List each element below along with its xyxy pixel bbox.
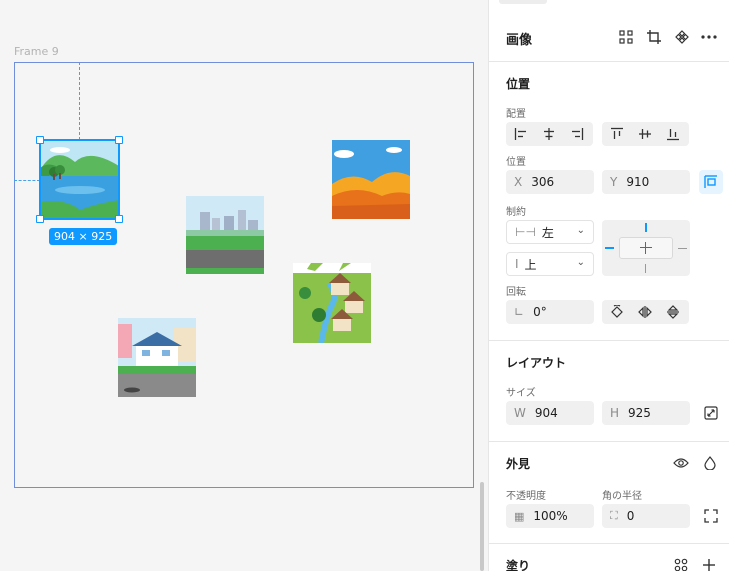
align-vertical-center-icon[interactable]: [636, 125, 654, 143]
flip-horizontal-icon[interactable]: [636, 303, 654, 321]
vertical-constraint-value: 上: [524, 257, 537, 272]
align-label: 配置: [506, 109, 526, 120]
add-fill-icon[interactable]: [700, 556, 718, 571]
horizontal-constraint-icon: ⊢⊣: [515, 225, 536, 239]
more-options-icon[interactable]: [700, 28, 718, 46]
w-prefix: W: [514, 406, 526, 420]
corner-radius-input[interactable]: ⛶ 0: [602, 504, 690, 528]
h-value: 925: [628, 406, 651, 420]
constraints-label: 制約: [506, 207, 526, 218]
layout-section-title: レイアウト: [506, 356, 567, 370]
align-horizontal-center-icon[interactable]: [540, 125, 558, 143]
selection-box[interactable]: [39, 139, 120, 220]
chevron-down-icon: ⌄: [576, 225, 585, 236]
align-top-icon[interactable]: [608, 125, 626, 143]
horizontal-constraint-select[interactable]: ⊢⊣ 左 ⌄: [506, 220, 594, 244]
w-value: 904: [534, 406, 558, 420]
frame-label[interactable]: Frame 9: [14, 45, 59, 58]
drop-icon[interactable]: [701, 454, 719, 472]
height-input[interactable]: H 925: [602, 401, 690, 425]
absolute-position-icon[interactable]: [699, 170, 723, 194]
vertical-constraint-icon: Ⅰ: [515, 257, 519, 271]
opacity-input[interactable]: ▦ 100%: [506, 504, 594, 528]
resize-handle-top-left[interactable]: [36, 136, 44, 144]
corner-radius-value: 0: [626, 509, 635, 523]
x-position-input[interactable]: X 306: [506, 170, 594, 194]
opacity-value: 100%: [533, 509, 568, 523]
flip-vertical-icon[interactable]: [664, 303, 682, 321]
horizontal-constraint-value: 左: [541, 225, 554, 240]
village-illustration: [293, 263, 371, 343]
position-section-title: 位置: [506, 77, 531, 91]
city-illustration: [186, 196, 264, 274]
constraint-widget[interactable]: [602, 220, 690, 276]
rotation-value: 0°: [533, 305, 547, 319]
fill-section-title: 塗り: [506, 559, 531, 571]
align-bottom-icon[interactable]: [664, 125, 682, 143]
y-position-input[interactable]: Y 910: [602, 170, 690, 194]
horizontal-align-group: [506, 122, 593, 146]
align-left-icon[interactable]: [512, 125, 530, 143]
opacity-icon: ▦: [514, 509, 525, 523]
width-input[interactable]: W 904: [506, 401, 594, 425]
constraint-right-line[interactable]: [678, 248, 687, 249]
corner-radius-icon: ⛶: [610, 509, 618, 522]
house-image[interactable]: [118, 318, 196, 397]
opacity-label: 不透明度: [506, 491, 546, 502]
appearance-section-title: 外見: [506, 457, 531, 471]
vertical-align-group: [602, 122, 689, 146]
constraint-left-line[interactable]: [605, 247, 614, 249]
layout-section: レイアウト サイズ W 904 H 925: [489, 341, 729, 442]
village-image[interactable]: [293, 263, 371, 343]
fill-section: 塗り: [489, 544, 729, 571]
rotate-icon[interactable]: [608, 303, 626, 321]
house-illustration: [118, 318, 196, 397]
position-label: 位置: [506, 157, 526, 168]
resize-handle-top-right[interactable]: [115, 136, 123, 144]
constraint-bottom-line[interactable]: [645, 264, 646, 273]
appearance-section: 外見 不透明度 角の半径 ▦ 100% ⛶ 0: [489, 442, 729, 544]
styles-grid-icon[interactable]: [672, 556, 690, 571]
frame[interactable]: [14, 62, 474, 488]
rotation-icon: ∟: [514, 305, 525, 319]
city-image[interactable]: [186, 196, 264, 274]
distance-guide-horizontal: [14, 180, 40, 181]
dimension-badge: 904 × 925: [49, 228, 118, 245]
properties-panel: 画像 位置 配置 位置 X 306 Y 910 制約 ⊢⊣ 左 ⌄ Ⅰ 上 ⌄ …: [488, 0, 729, 571]
resize-handle-bottom-right[interactable]: [115, 215, 123, 223]
autumn-hills-illustration: [332, 140, 410, 219]
resize-handle-bottom-left[interactable]: [36, 215, 44, 223]
y-prefix: Y: [610, 175, 618, 189]
rotation-label: 回転: [506, 287, 526, 298]
crop-icon[interactable]: [645, 28, 663, 46]
transform-group: [602, 300, 689, 324]
header-section: 画像: [489, 0, 729, 62]
independent-corners-icon[interactable]: [702, 507, 720, 525]
corner-radius-label: 角の半径: [602, 491, 642, 502]
resize-to-fit-icon[interactable]: [702, 404, 720, 422]
x-prefix: X: [514, 175, 523, 189]
x-value: 306: [531, 175, 555, 189]
h-prefix: H: [610, 406, 620, 420]
vertical-constraint-select[interactable]: Ⅰ 上 ⌄: [506, 252, 594, 276]
constraint-center-h: [640, 247, 652, 248]
panel-title: 画像: [506, 33, 533, 48]
size-label: サイズ: [506, 388, 536, 399]
align-right-icon[interactable]: [568, 125, 586, 143]
position-section: 位置 配置 位置 X 306 Y 910 制約 ⊢⊣ 左 ⌄ Ⅰ 上 ⌄ 回転 …: [489, 62, 729, 341]
constraint-inner-box: [619, 237, 673, 259]
chevron-down-icon: ⌄: [576, 257, 585, 268]
distance-guide-vertical: [79, 62, 80, 140]
y-value: 910: [626, 175, 650, 189]
rotation-input[interactable]: ∟ 0°: [506, 300, 594, 324]
eye-icon[interactable]: [672, 454, 690, 472]
grid-icon[interactable]: [617, 28, 635, 46]
canvas[interactable]: Frame 9 904 × 925: [0, 0, 488, 571]
component-icon[interactable]: [673, 28, 691, 46]
constraint-top-line[interactable]: [645, 223, 647, 232]
constraint-center-v: [645, 242, 646, 254]
autumn-hills-image[interactable]: [332, 140, 410, 219]
canvas-scrollbar[interactable]: [480, 482, 484, 571]
